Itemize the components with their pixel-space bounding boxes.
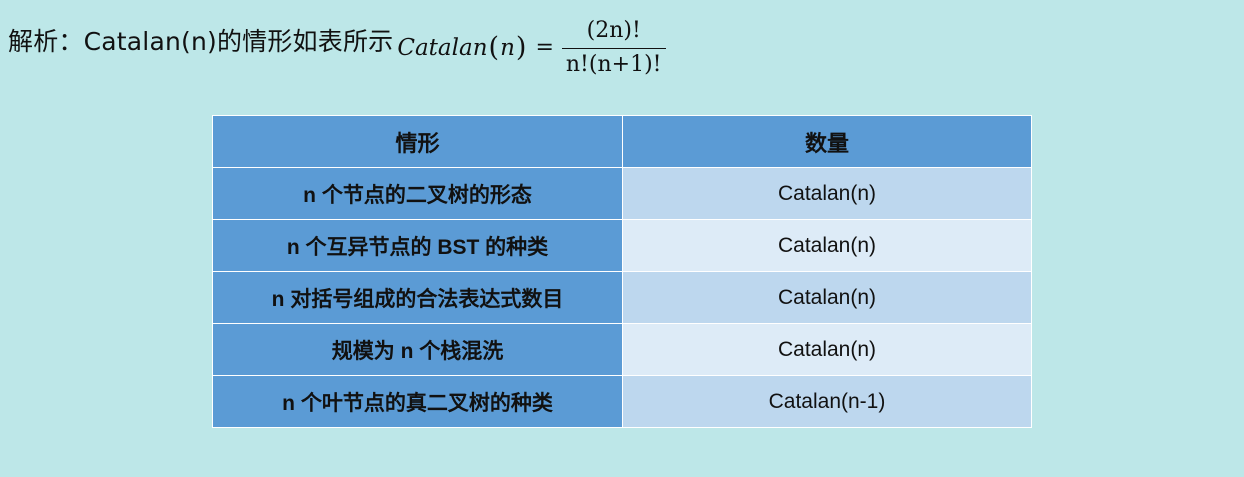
case-cell: 规模为 n 个栈混洗 bbox=[212, 323, 623, 376]
table-row: n 个叶节点的真二叉树的种类 Catalan(n-1) bbox=[212, 375, 1032, 428]
formula-fraction: (2n)! n!(n+1)! bbox=[561, 17, 666, 78]
intro-text: 解析：Catalan(n)的情形如表所示 bbox=[8, 26, 394, 56]
formula-open-paren: ( bbox=[488, 32, 500, 63]
formula-numerator: (2n)! bbox=[586, 17, 641, 43]
formula-equals: = bbox=[535, 35, 554, 60]
catalan-cases-table: 情形 数量 n 个节点的二叉树的形态 Catalan(n) n 个互异节点的 B… bbox=[212, 115, 1032, 428]
table-row: n 个互异节点的 BST 的种类 Catalan(n) bbox=[212, 219, 1032, 272]
case-cell: n 个叶节点的真二叉树的种类 bbox=[212, 375, 623, 428]
table-row: n 个节点的二叉树的形态 Catalan(n) bbox=[212, 167, 1032, 220]
count-cell: Catalan(n) bbox=[622, 271, 1032, 324]
table-header-row: 情形 数量 bbox=[212, 115, 1032, 168]
header-count: 数量 bbox=[622, 115, 1032, 168]
header-case: 情形 bbox=[212, 115, 623, 168]
table-row: 规模为 n 个栈混洗 Catalan(n) bbox=[212, 323, 1032, 376]
count-cell: Catalan(n-1) bbox=[622, 375, 1032, 428]
case-cell: n 个节点的二叉树的形态 bbox=[212, 167, 623, 220]
case-cell: n 个互异节点的 BST 的种类 bbox=[212, 219, 623, 272]
intro-line: 解析：Catalan(n)的情形如表所示 Catalan ( n ) = (2n… bbox=[8, 8, 666, 103]
count-cell: Catalan(n) bbox=[622, 219, 1032, 272]
count-cell: Catalan(n) bbox=[622, 323, 1032, 376]
formula-lhs-func: Catalan bbox=[397, 34, 488, 61]
formula-denominator: n!(n+1)! bbox=[565, 52, 662, 78]
formula-lhs-arg: n bbox=[500, 34, 515, 61]
formula-close-paren: ) bbox=[515, 32, 527, 63]
catalan-formula: Catalan ( n ) = (2n)! n!(n+1)! bbox=[397, 17, 666, 78]
case-cell: n 对括号组成的合法表达式数目 bbox=[212, 271, 623, 324]
count-cell: Catalan(n) bbox=[622, 167, 1032, 220]
table-row: n 对括号组成的合法表达式数目 Catalan(n) bbox=[212, 271, 1032, 324]
